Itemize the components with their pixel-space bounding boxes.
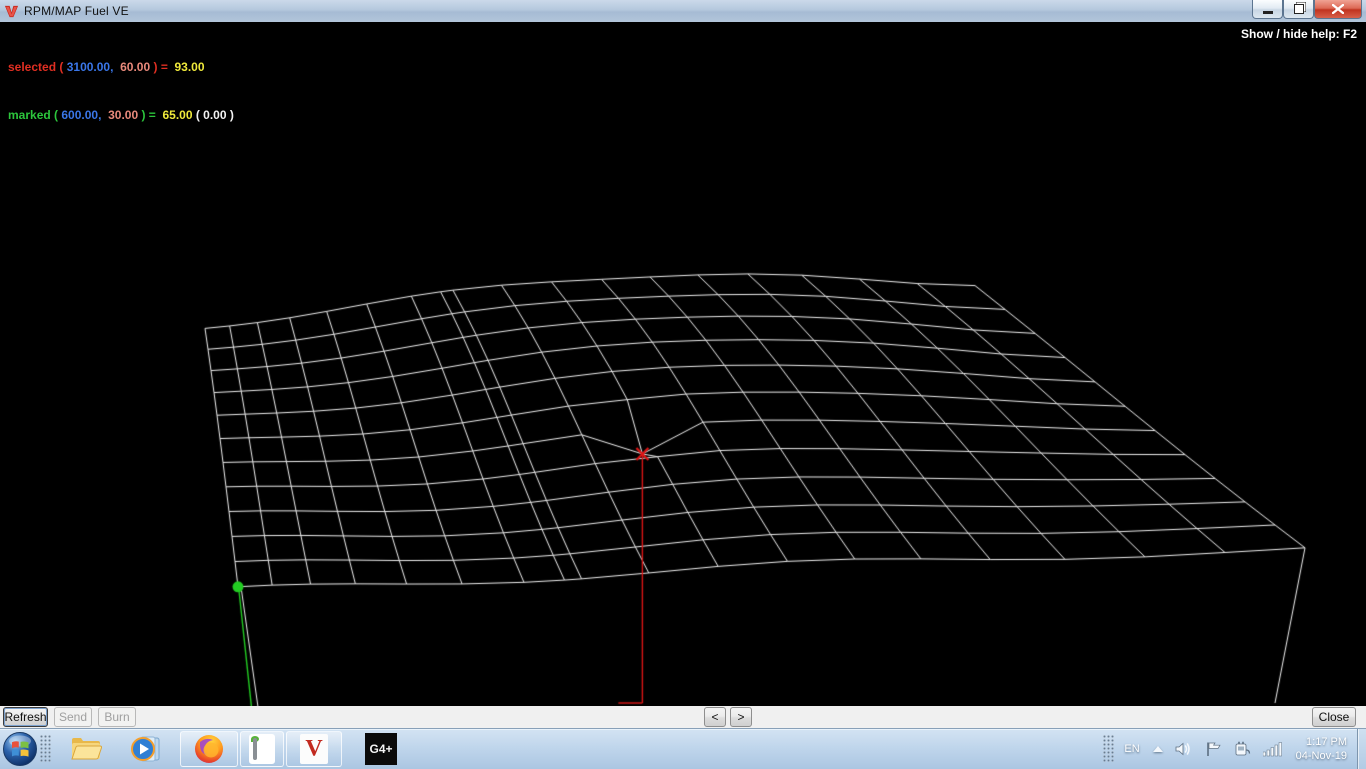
taskbar-item-vemstune[interactable]: V — [286, 731, 342, 767]
show-desktop-button[interactable] — [1357, 729, 1366, 769]
tray-grip — [1103, 735, 1115, 763]
g4-icon: G4+ — [365, 733, 397, 765]
signal-bars-icon — [1263, 742, 1282, 757]
minimize-icon — [1263, 11, 1273, 14]
show-hidden-icons-button[interactable] — [1153, 746, 1163, 752]
language-indicator[interactable]: EN — [1124, 743, 1139, 755]
status-token: = — [149, 108, 156, 122]
next-table-button[interactable]: > — [730, 707, 752, 727]
taskbar-item-explorer[interactable] — [68, 731, 104, 767]
taskbar-item-media-player[interactable] — [128, 731, 164, 767]
idaq-icon — [249, 734, 275, 764]
status-readout: selected ( 3100.00, 60.00 ) = 93.00 mark… — [8, 27, 234, 139]
taskbar-item-g4[interactable]: G4+ — [361, 731, 401, 767]
status-token: marked — [8, 108, 54, 122]
close-window-button[interactable] — [1314, 0, 1362, 19]
action-center-button[interactable] — [1205, 741, 1222, 757]
footer-bar: Refresh Send Burn < > Close — [0, 706, 1366, 728]
taskbar-item-firefox[interactable] — [180, 731, 238, 767]
refresh-button[interactable]: Refresh — [3, 707, 48, 727]
restore-button[interactable] — [1283, 0, 1314, 19]
power-plug-icon — [1234, 741, 1251, 757]
clock-time: 1:17 PM — [1296, 735, 1347, 749]
clock-date: 04-Nov-19 — [1296, 749, 1347, 763]
start-button[interactable] — [2, 731, 38, 767]
status-token: 600.00, — [61, 108, 101, 122]
minimize-button[interactable] — [1252, 0, 1283, 19]
speaker-icon — [1175, 741, 1193, 757]
status-marked-line: marked ( 600.00, 30.00 ) = 65.00 ( 0.00 … — [8, 107, 234, 123]
status-token: 60.00 — [113, 60, 153, 74]
prev-table-button[interactable]: < — [704, 707, 726, 727]
folder-icon — [70, 735, 102, 763]
send-button[interactable]: Send — [54, 707, 92, 727]
vemstune-v-letter: V — [305, 737, 322, 762]
taskbar: V G4+ EN — [0, 728, 1366, 769]
system-tray: EN — [1101, 729, 1366, 769]
taskbar-item-idaq[interactable] — [240, 731, 284, 767]
help-hint: Show / hide help: F2 — [1241, 27, 1357, 41]
status-token: ( 0.00 ) — [196, 108, 234, 122]
status-token: selected — [8, 60, 59, 74]
windows-start-icon — [2, 731, 38, 767]
firefox-icon — [193, 733, 225, 765]
status-token: 93.00 — [168, 60, 205, 74]
status-token: 30.00 — [101, 108, 141, 122]
title-bar: RPM/MAP Fuel VE — [0, 0, 1366, 23]
up-arrow-icon — [1153, 746, 1163, 752]
status-token: ( — [59, 60, 66, 74]
taskbar-grip — [40, 735, 52, 763]
caption-buttons — [1252, 0, 1362, 19]
window-title: RPM/MAP Fuel VE — [24, 4, 129, 18]
status-token: ) — [141, 108, 148, 122]
status-token: = — [161, 60, 168, 74]
status-token: 3100.00, — [67, 60, 114, 74]
status-token: 65.00 — [156, 108, 196, 122]
g4-label: G4+ — [369, 742, 392, 756]
close-icon — [1332, 4, 1344, 14]
media-player-icon — [130, 734, 162, 764]
vemstune-icon: V — [300, 734, 328, 764]
screen: { "window": { "title": "RPM/MAP Fuel VE"… — [0, 0, 1366, 768]
status-token: ) — [153, 60, 160, 74]
tray-clock[interactable]: 1:17 PM 04-Nov-19 — [1296, 735, 1347, 763]
network-button[interactable] — [1263, 742, 1282, 757]
power-button[interactable] — [1234, 741, 1251, 757]
app-v-icon — [4, 4, 19, 19]
close-button[interactable]: Close — [1312, 707, 1356, 727]
flag-icon — [1205, 741, 1222, 757]
restore-icon — [1294, 4, 1304, 14]
status-selected-line: selected ( 3100.00, 60.00 ) = 93.00 — [8, 59, 234, 75]
burn-button[interactable]: Burn — [98, 707, 136, 727]
volume-button[interactable] — [1175, 741, 1193, 757]
idaq-i-stem — [253, 738, 257, 760]
